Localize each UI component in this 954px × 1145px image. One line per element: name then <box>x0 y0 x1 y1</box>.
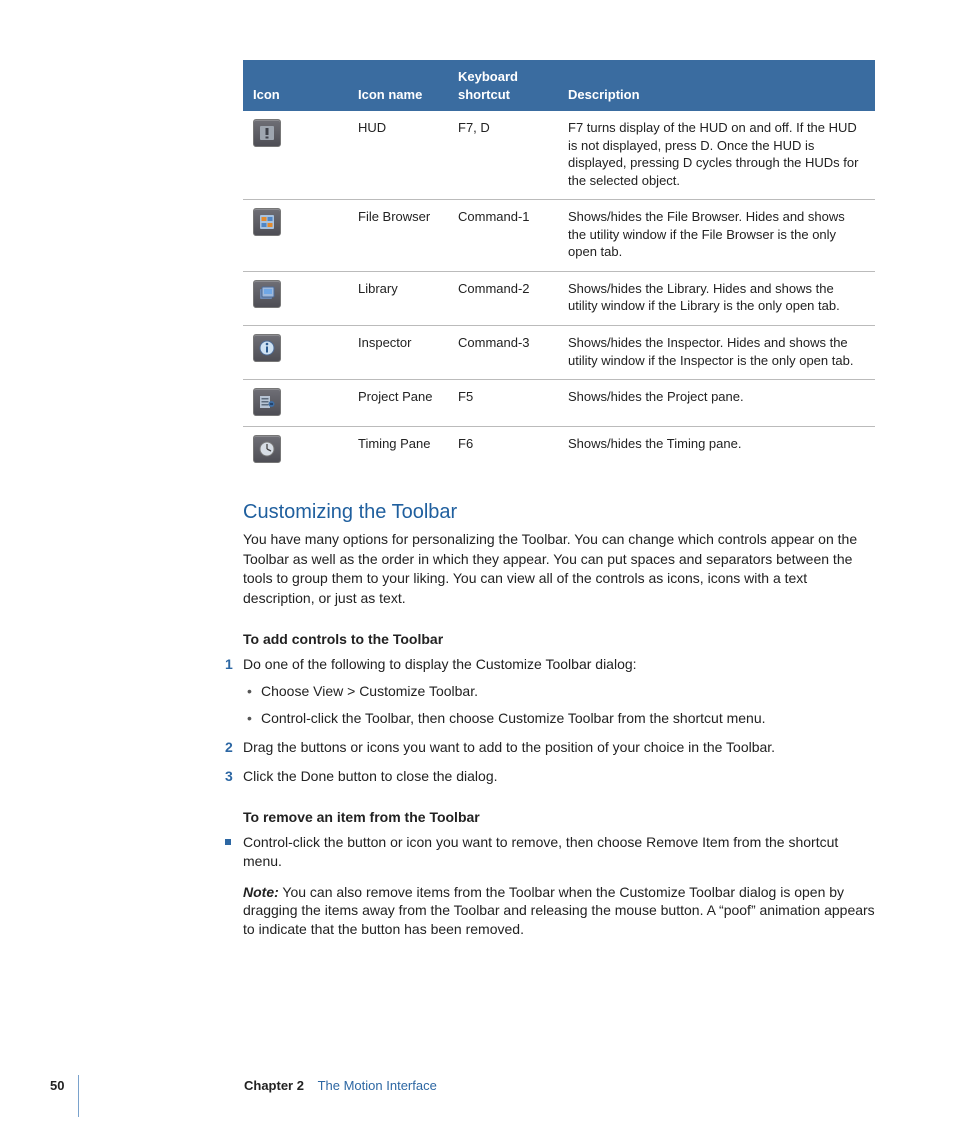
th-desc: Description <box>558 60 875 111</box>
cell-name: Project Pane <box>348 380 448 427</box>
note-label: Note: <box>243 884 279 900</box>
timing-pane-icon <box>253 435 281 463</box>
step-text: Click the Done button to close the dialo… <box>243 768 498 784</box>
remove-item-heading: To remove an item from the Toolbar <box>243 808 875 827</box>
file-browser-icon <box>253 208 281 236</box>
cell-name: Library <box>348 271 448 325</box>
step-text: Drag the buttons or icons you want to ad… <box>243 739 775 755</box>
step-number: 1 <box>225 655 233 674</box>
cell-shortcut: F5 <box>448 380 558 427</box>
cell-shortcut: F6 <box>448 427 558 474</box>
cell-shortcut: Command-2 <box>448 271 558 325</box>
subbullet: Control-click the Toolbar, then choose C… <box>243 709 875 728</box>
table-row: Inspector Command-3 Shows/hides the Insp… <box>243 326 875 380</box>
footer-rule <box>78 1075 79 1117</box>
section-heading: Customizing the Toolbar <box>243 499 875 526</box>
add-controls-heading: To add controls to the Toolbar <box>243 630 875 649</box>
square-bullet-icon <box>225 839 231 845</box>
section-intro: You have many options for personalizing … <box>243 530 875 608</box>
add-controls-subbullets: Choose View > Customize Toolbar. Control… <box>243 682 875 728</box>
cell-name: Timing Pane <box>348 427 448 474</box>
step-number: 2 <box>225 738 233 757</box>
step-text: Control-click the button or icon you wan… <box>225 833 875 871</box>
cell-desc: Shows/hides the Library. Hides and shows… <box>558 271 875 325</box>
cell-desc: Shows/hides the Inspector. Hides and sho… <box>558 326 875 380</box>
project-pane-icon <box>253 388 281 416</box>
th-name: Icon name <box>348 60 448 111</box>
cell-shortcut: Command-3 <box>448 326 558 380</box>
table-row: Project Pane F5 Shows/hides the Project … <box>243 380 875 427</box>
step-number: 3 <box>225 767 233 786</box>
inspector-icon <box>253 334 281 362</box>
cell-desc: F7 turns display of the HUD on and off. … <box>558 111 875 200</box>
page-footer: 50 Chapter 2 The Motion Interface <box>0 1077 954 1107</box>
cell-shortcut: F7, D <box>448 111 558 200</box>
remove-item-step: Control-click the button or icon you wan… <box>225 833 875 939</box>
cell-name: HUD <box>348 111 448 200</box>
cell-name: Inspector <box>348 326 448 380</box>
customizing-toolbar-section: Customizing the Toolbar You have many op… <box>243 499 875 939</box>
table-row: HUD F7, D F7 turns display of the HUD on… <box>243 111 875 200</box>
note-body: You can also remove items from the Toolb… <box>243 884 875 938</box>
chapter-title: The Motion Interface <box>318 1078 437 1093</box>
table-row: Library Command-2 Shows/hides the Librar… <box>243 271 875 325</box>
toolbar-icons-table: Icon Icon name Keyboard shortcut Descrip… <box>243 60 875 473</box>
chapter-label: Chapter 2 <box>244 1078 304 1093</box>
subbullet: Choose View > Customize Toolbar. <box>243 682 875 701</box>
hud-icon <box>253 119 281 147</box>
cell-desc: Shows/hides the File Browser. Hides and … <box>558 200 875 272</box>
cell-desc: Shows/hides the Timing pane. <box>558 427 875 474</box>
add-controls-steps: 1 Do one of the following to display the… <box>225 655 875 785</box>
table-row: Timing Pane F6 Shows/hides the Timing pa… <box>243 427 875 474</box>
cell-name: File Browser <box>348 200 448 272</box>
remove-note: Note: You can also remove items from the… <box>225 883 875 940</box>
cell-desc: Shows/hides the Project pane. <box>558 380 875 427</box>
th-icon: Icon <box>243 60 348 111</box>
cell-shortcut: Command-1 <box>448 200 558 272</box>
th-shortcut: Keyboard shortcut <box>448 60 558 111</box>
table-row: File Browser Command-1 Shows/hides the F… <box>243 200 875 272</box>
page-number: 50 <box>50 1077 64 1095</box>
step-text: Do one of the following to display the C… <box>243 656 637 672</box>
library-icon <box>253 280 281 308</box>
